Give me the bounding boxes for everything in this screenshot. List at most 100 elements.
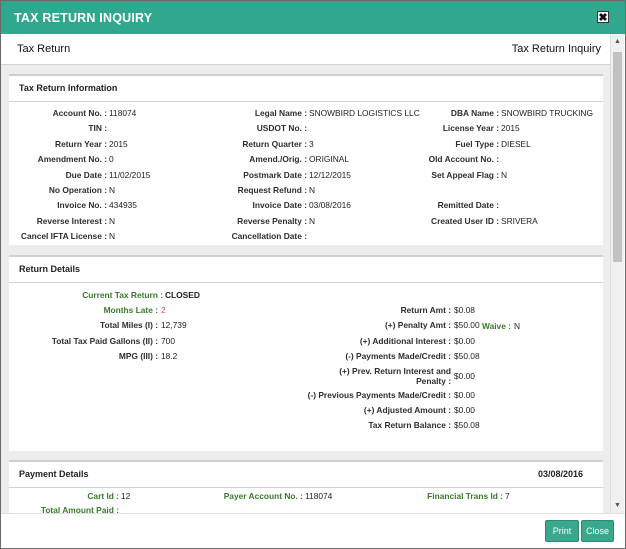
field-label: (-) Payments Made/Credit : (345, 350, 451, 361)
payer-account-label: Payer Account No. : (223, 491, 303, 501)
field-label: Account No. : (52, 108, 107, 118)
field-value: $0.00 (454, 335, 475, 346)
field-label: (+) Prev. Return Interest and (339, 366, 451, 377)
payment-date: 03/08/2016 (537, 469, 583, 479)
field-label: Old Account No. : (428, 154, 499, 165)
field-label: License Year : (442, 123, 499, 134)
field-label: No Operation : (48, 185, 107, 195)
field-label: Reverse Penalty : (237, 215, 307, 226)
section-title: Payment Details (19, 469, 89, 479)
field-label: Set Appeal Flag : (431, 169, 499, 180)
cart-id-label: Cart Id : (87, 491, 119, 501)
field-label: Invoice Date : (252, 200, 307, 211)
section-title: Return Details (19, 264, 81, 274)
scroll-up-icon[interactable]: ▲ (614, 38, 621, 45)
total-amount-paid-label: Total Amount Paid : (40, 505, 119, 513)
field-label: Return Year : (55, 138, 107, 149)
field-value: N (109, 185, 116, 195)
waive-label: Waive : (481, 321, 511, 331)
field-label: Total Tax Paid Gallons (II) : (51, 335, 158, 346)
field-value: 12/12/2015 (309, 169, 351, 180)
breadcrumb-bar: Tax Return Tax Return Inquiry (1, 34, 611, 65)
print-button[interactable]: Print (545, 520, 579, 542)
section-header: Tax Return Information (9, 74, 603, 102)
field-value: 3 (309, 138, 314, 149)
scroll-thumb[interactable] (613, 52, 622, 262)
payer-account-value: 118074 (305, 491, 333, 501)
field-label: Amend./Orig. : (249, 154, 307, 165)
field-label: (-) Previous Payments Made/Credit : (307, 389, 451, 400)
field-value: N (501, 169, 508, 180)
current-tax-return-value: CLOSED (165, 290, 200, 300)
field-label: MPG (III) : (118, 350, 158, 361)
field-value: 0 (109, 154, 114, 165)
field-value: 18.2 (161, 350, 178, 361)
scroll-down-icon[interactable]: ▼ (614, 502, 621, 509)
tax-return-info-section: Tax Return Information Account No. :1180… (9, 74, 603, 245)
field-label: Months Late : (103, 305, 158, 315)
field-label: Created User ID : (431, 215, 499, 226)
field-value: 2 (161, 305, 166, 315)
financial-trans-value: 7 (505, 491, 510, 501)
tax-return-inquiry-dialog: TAX RETURN INQUIRY ✖ Tax Return Tax Retu… (0, 0, 626, 549)
field-label: Return Quarter : (242, 138, 307, 149)
field-value: $0.00 (454, 371, 475, 382)
field-label: TIN : (88, 123, 107, 134)
field-value: DIESEL (501, 138, 531, 149)
field-value: N (109, 215, 116, 226)
field-value: SRIVERA (501, 215, 538, 226)
field-label: Tax Return Balance : (368, 420, 451, 431)
field-value: $0.00 (454, 389, 475, 400)
field-value: 118074 (109, 108, 137, 118)
section-header: Payment Details 03/08/2016 (9, 460, 603, 488)
field-value: 434935 (109, 200, 137, 211)
dialog-header: TAX RETURN INQUIRY ✖ (1, 1, 625, 34)
field-label: Total Miles (I) : (99, 320, 158, 331)
field-value: 2015 (109, 138, 128, 149)
breadcrumb-right: Tax Return Inquiry (511, 43, 601, 55)
field-label: (+) Adjusted Amount : (363, 405, 451, 415)
field-label: Fuel Type : (455, 138, 499, 149)
field-value: 11/02/2015 (109, 169, 151, 180)
field-label: Legal Name : (254, 108, 307, 118)
payment-details-section: Payment Details 03/08/2016 Cart Id : 12 … (9, 460, 603, 513)
field-value: 2015 (501, 123, 520, 134)
waive-value: N (514, 321, 521, 331)
financial-trans-label: Financial Trans Id : (427, 491, 503, 501)
field-value: N (309, 215, 316, 226)
field-value: N (309, 185, 316, 195)
field-value: 700 (161, 335, 175, 346)
field-value: 12,739 (161, 320, 187, 331)
field-label: Request Refund : (237, 185, 307, 195)
field-label: Cancel IFTA License : (20, 231, 107, 242)
dialog-title: TAX RETURN INQUIRY (14, 11, 153, 25)
current-tax-return-label: Current Tax Return : (82, 290, 163, 300)
field-label: Cancellation Date : (231, 231, 307, 242)
field-value: $50.08 (454, 420, 480, 431)
close-icon[interactable]: ✖ (597, 11, 609, 24)
field-value: $50.08 (454, 350, 480, 361)
field-label: Invoice No. : (57, 200, 107, 211)
field-label: Penalty : (416, 376, 451, 387)
field-value: 03/08/2016 (309, 200, 351, 211)
vertical-scrollbar[interactable]: ▲ ▼ (610, 34, 624, 513)
section-title: Tax Return Information (19, 83, 118, 93)
field-label: Postmark Date : (243, 169, 307, 180)
field-label: Amendment No. : (37, 154, 107, 165)
field-label: (+) Additional Interest : (359, 335, 451, 346)
field-value: SNOWBIRD TRUCKING (501, 108, 593, 118)
close-button[interactable]: Close (581, 520, 614, 542)
field-label: Return Amt : (400, 305, 451, 315)
field-label: Due Date : (65, 169, 107, 180)
field-label: (+) Penalty Amt : (384, 320, 451, 331)
field-label: DBA Name : (450, 108, 499, 118)
dialog-content: Tax Return Information Account No. :1180… (1, 65, 613, 513)
dialog-footer: Print Close (1, 513, 625, 548)
field-label: Reverse Interest : (36, 215, 107, 226)
field-value: ORIGINAL (309, 154, 350, 165)
field-label: USDOT No. : (256, 123, 307, 134)
field-value: $0.00 (454, 405, 475, 415)
field-value: $0.08 (454, 305, 475, 315)
cart-id-value: 12 (121, 491, 131, 501)
section-header: Return Details (9, 255, 603, 283)
